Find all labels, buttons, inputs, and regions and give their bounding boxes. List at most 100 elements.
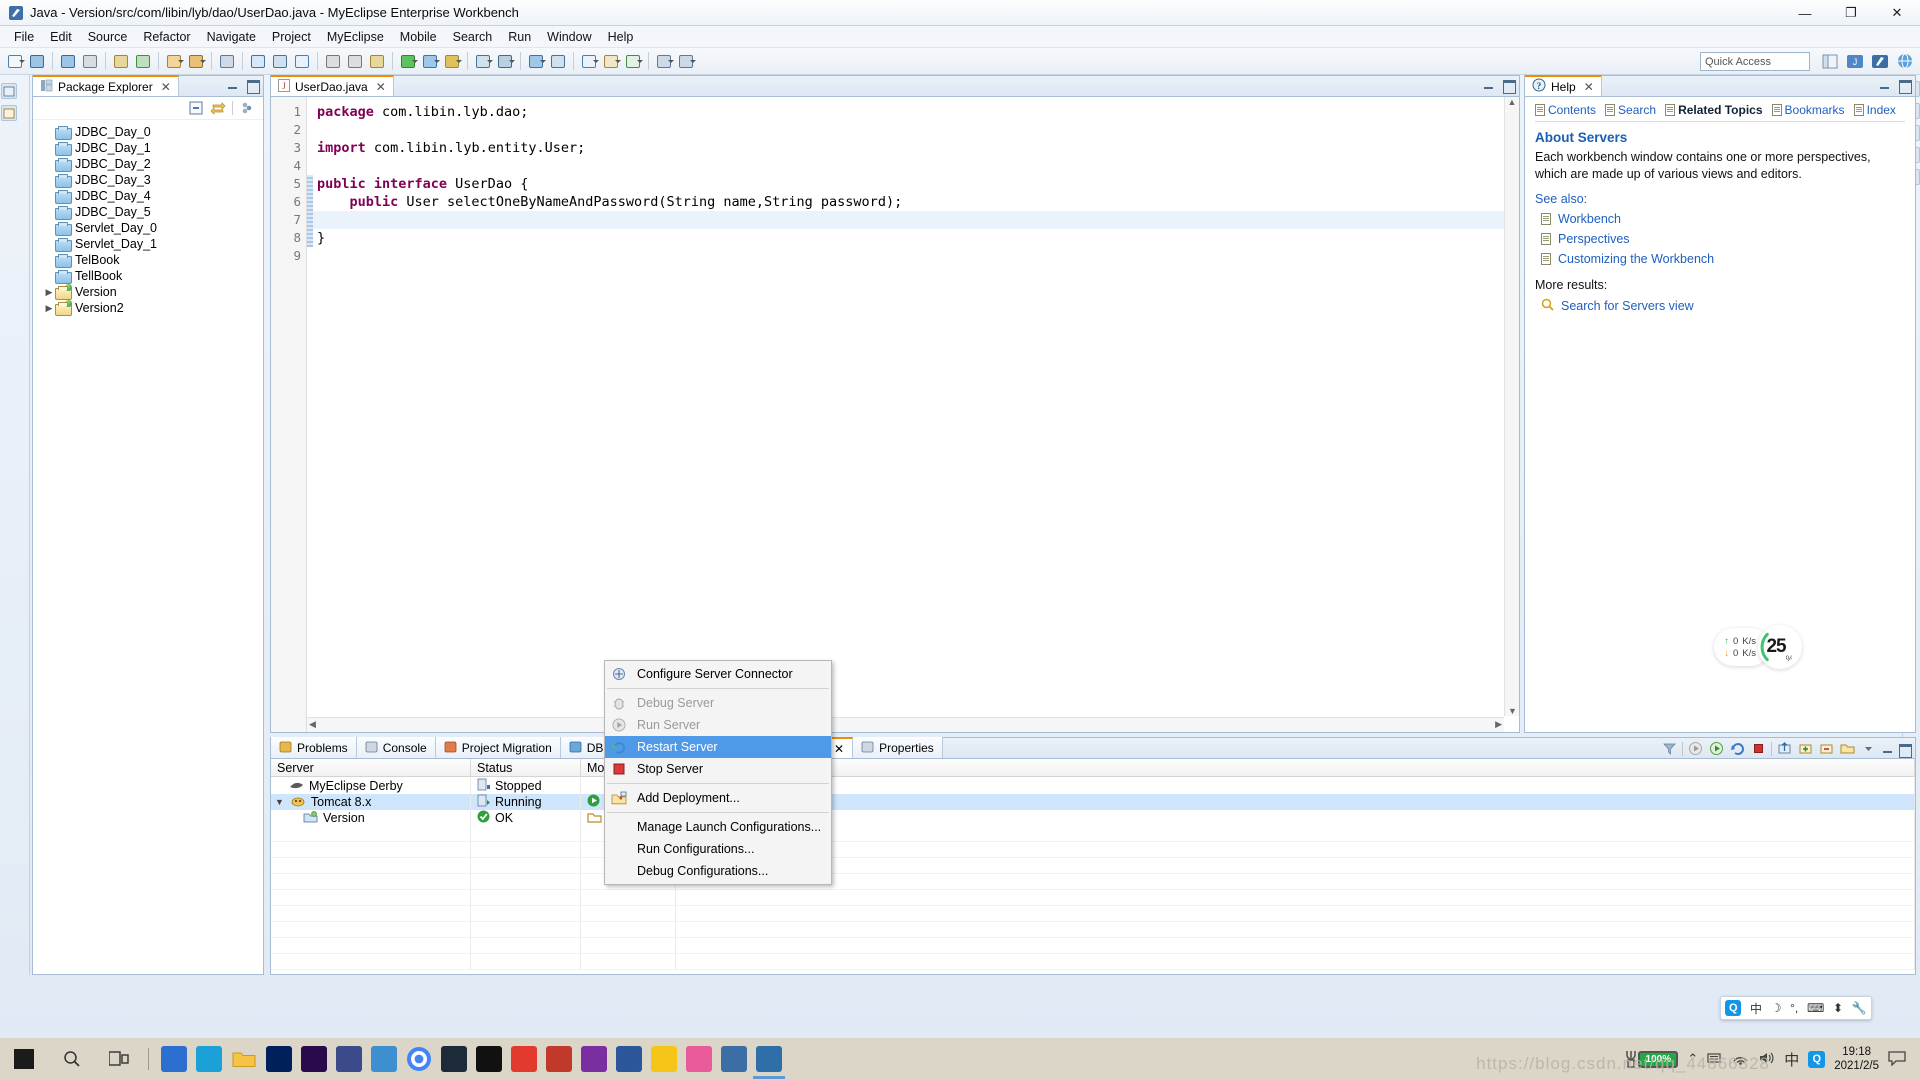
qq-icon[interactable] (476, 1046, 502, 1072)
battery-indicator[interactable]: 100% (1625, 1049, 1679, 1069)
editor-vertical-scrollbar[interactable]: ▲ ▼ (1504, 97, 1519, 716)
code-line[interactable]: public interface UserDao { (313, 175, 1519, 193)
close-icon[interactable]: ✕ (161, 80, 171, 94)
menu-help[interactable]: Help (600, 28, 642, 46)
server-context-menu[interactable]: Configure Server Connector Debug Server Ru… (604, 660, 832, 885)
remove-deployment-icon[interactable] (1818, 740, 1835, 757)
dropdown-arrow-icon[interactable] (178, 59, 184, 63)
dropdown-arrow-icon[interactable] (637, 59, 643, 63)
open-folder-icon[interactable] (1839, 740, 1856, 757)
add-deployment-icon[interactable] (1797, 740, 1814, 757)
explorer-icon[interactable] (231, 1046, 257, 1072)
menu-refactor[interactable]: Refactor (135, 28, 198, 46)
close-button[interactable]: ✕ (1874, 0, 1920, 26)
app-icon[interactable] (546, 1046, 572, 1072)
debug-server-icon[interactable] (1708, 740, 1725, 757)
tree-item-version2[interactable]: ▶ Version2 (33, 300, 263, 316)
pink-icon[interactable] (686, 1046, 712, 1072)
last-edit-icon[interactable] (367, 51, 387, 72)
context-menu-item-run-configurations[interactable]: Run Configurations... (605, 838, 831, 860)
save-all-icon[interactable] (58, 51, 78, 72)
menu-myeclipse[interactable]: MyEclipse (319, 28, 392, 46)
network-icon[interactable] (1707, 1050, 1723, 1068)
cell-server[interactable]: MyEclipse Derby (271, 778, 471, 794)
clock-icon[interactable] (336, 1046, 362, 1072)
search-icon[interactable] (248, 51, 268, 72)
media-icon[interactable] (441, 1046, 467, 1072)
volume-icon[interactable] (1758, 1050, 1775, 1068)
context-menu-item-manage-launch-configurations[interactable]: Manage Launch Configurations... (605, 816, 831, 838)
search-for-servers-view-link[interactable]: Search for Servers view (1541, 298, 1905, 314)
tab-package-explorer[interactable]: Package Explorer ✕ (33, 75, 179, 96)
close-icon[interactable]: ✕ (1584, 80, 1594, 94)
marker-icon[interactable] (186, 51, 206, 72)
context-menu-item-stop-server[interactable]: Stop Server (605, 758, 831, 780)
ime-qq-icon[interactable]: Q (1725, 1000, 1742, 1016)
forward-icon[interactable] (676, 51, 696, 72)
help-tab-bookmarks[interactable]: Bookmarks (1771, 103, 1845, 117)
dropdown-arrow-icon[interactable] (593, 59, 599, 63)
refresh-icon[interactable] (133, 51, 153, 72)
tree-item-telbook[interactable]: TelBook (33, 252, 263, 268)
print-icon[interactable] (80, 51, 100, 72)
minimize-button[interactable]: — (1782, 0, 1828, 26)
code-line[interactable]: package com.libin.lyb.dao; (313, 103, 1519, 121)
code-line[interactable]: public User selectOneByNameAndPassword(S… (313, 193, 1519, 211)
server-icon[interactable] (495, 51, 515, 72)
code-line[interactable] (313, 211, 1519, 229)
publish-icon[interactable] (1776, 740, 1793, 757)
scroll-up-icon[interactable]: ▲ (1505, 97, 1519, 107)
dropdown-arrow-icon[interactable] (615, 59, 621, 63)
view-menu-icon[interactable] (1860, 740, 1877, 757)
view-menu-icon[interactable] (239, 100, 255, 116)
build-icon[interactable] (111, 51, 131, 72)
wifi-icon[interactable] (1732, 1050, 1749, 1068)
dropdown-arrow-icon[interactable] (200, 59, 206, 63)
menu-project[interactable]: Project (264, 28, 319, 46)
next-annotation-icon[interactable] (323, 51, 343, 72)
menu-run[interactable]: Run (500, 28, 539, 46)
deploy-icon[interactable] (473, 51, 493, 72)
code-line[interactable]: import com.libin.lyb.entity.User; (313, 139, 1519, 157)
open-type-icon[interactable] (292, 51, 312, 72)
taskbar-search-button[interactable] (48, 1050, 96, 1068)
db-icon[interactable] (526, 51, 546, 72)
column-header-status[interactable]: Status (471, 759, 581, 776)
ime-button-2[interactable]: ☽ (1771, 1001, 1782, 1015)
myeclipse-icon[interactable] (753, 1046, 785, 1079)
sogou-icon[interactable] (511, 1046, 537, 1072)
sql-icon[interactable] (548, 51, 568, 72)
context-menu-item-add-deployment[interactable]: Add Deployment... (605, 787, 831, 809)
ime-button-5[interactable]: ⬍ (1833, 1001, 1843, 1015)
tree-item-jdbc_day_2[interactable]: JDBC_Day_2 (33, 156, 263, 172)
tab-problems[interactable]: Problems (271, 737, 357, 758)
code-line[interactable]: } (313, 229, 1519, 247)
new-icon[interactable] (5, 51, 25, 72)
minimize-bottom-view-icon[interactable] (1881, 743, 1894, 756)
column-header-server[interactable]: Server (271, 759, 471, 776)
cell-server[interactable]: Version (271, 810, 471, 826)
tree-item-version[interactable]: ▶ Version (33, 284, 263, 300)
editor-body[interactable]: 1 2 3 4 5 6 7 8 9 package com.libin.lyb.dao; impo… (271, 97, 1519, 732)
new-iface-icon[interactable] (623, 51, 643, 72)
collapse-arrow-icon[interactable]: ▼ (275, 797, 284, 807)
ime-button-6[interactable]: 🔧 (1852, 1001, 1867, 1015)
cell-server[interactable]: ▼ Tomcat 8.x (271, 794, 471, 810)
premiere-icon[interactable] (301, 1046, 327, 1072)
code-line[interactable] (313, 121, 1519, 139)
tree-item-servlet_day_0[interactable]: Servlet_Day_0 (33, 220, 263, 236)
tab-console[interactable]: Console (356, 737, 436, 758)
ime-button-1[interactable]: 中 (1750, 1000, 1762, 1017)
dropdown-arrow-icon[interactable] (540, 59, 546, 63)
link-with-editor-icon[interactable] (210, 100, 226, 116)
photoshop-icon[interactable] (266, 1046, 292, 1072)
java-perspective-icon[interactable]: J (1844, 51, 1866, 72)
table-row[interactable]: ▼Tomcat 8.xRunningRun (271, 794, 1915, 810)
context-menu-item-configure-server-connector[interactable]: Configure Server Connector (605, 663, 831, 685)
open-perspective-icon[interactable] (1819, 51, 1841, 72)
help-tab-index[interactable]: Index (1853, 103, 1896, 117)
tab-userdao-java[interactable]: J UserDao.java ✕ (271, 75, 394, 96)
help-link-perspectives[interactable]: Perspectives (1541, 232, 1905, 246)
dropdown-arrow-icon[interactable] (19, 59, 25, 63)
tree-item-jdbc_day_4[interactable]: JDBC_Day_4 (33, 188, 263, 204)
